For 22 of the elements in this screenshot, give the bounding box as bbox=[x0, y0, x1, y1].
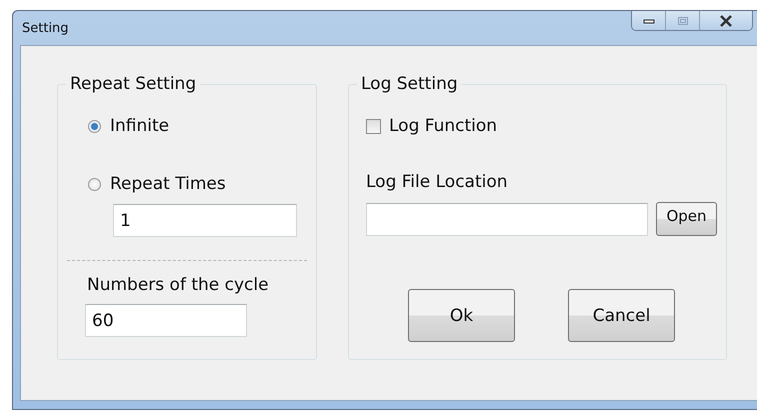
close-button[interactable] bbox=[700, 11, 752, 30]
maximize-icon bbox=[676, 16, 688, 26]
ok-button[interactable]: Ok bbox=[408, 289, 515, 342]
field-label: Log File Location bbox=[366, 172, 509, 192]
checkbox-label[interactable]: Log Function bbox=[389, 116, 498, 136]
cancel-button[interactable]: Cancel bbox=[568, 289, 675, 342]
input-field[interactable]: 60 bbox=[85, 304, 247, 337]
radio-label[interactable]: Repeat Times bbox=[110, 174, 226, 194]
checkbox[interactable] bbox=[366, 118, 381, 134]
open-button[interactable]: Open bbox=[656, 202, 717, 236]
window-title: Setting bbox=[22, 21, 69, 36]
group-title: Repeat Setting bbox=[69, 74, 198, 94]
radio-label[interactable]: Infinite bbox=[110, 116, 170, 136]
field-label: Numbers of the cycle bbox=[87, 275, 270, 295]
group-title: Log Setting bbox=[360, 74, 459, 94]
input-field[interactable]: 1 bbox=[113, 204, 297, 237]
radio-button[interactable] bbox=[88, 120, 101, 132]
radio-button[interactable] bbox=[88, 178, 101, 190]
minimize-button[interactable] bbox=[632, 11, 666, 30]
minimize-icon bbox=[642, 16, 654, 24]
input-field[interactable] bbox=[366, 202, 648, 236]
close-icon bbox=[719, 14, 733, 26]
